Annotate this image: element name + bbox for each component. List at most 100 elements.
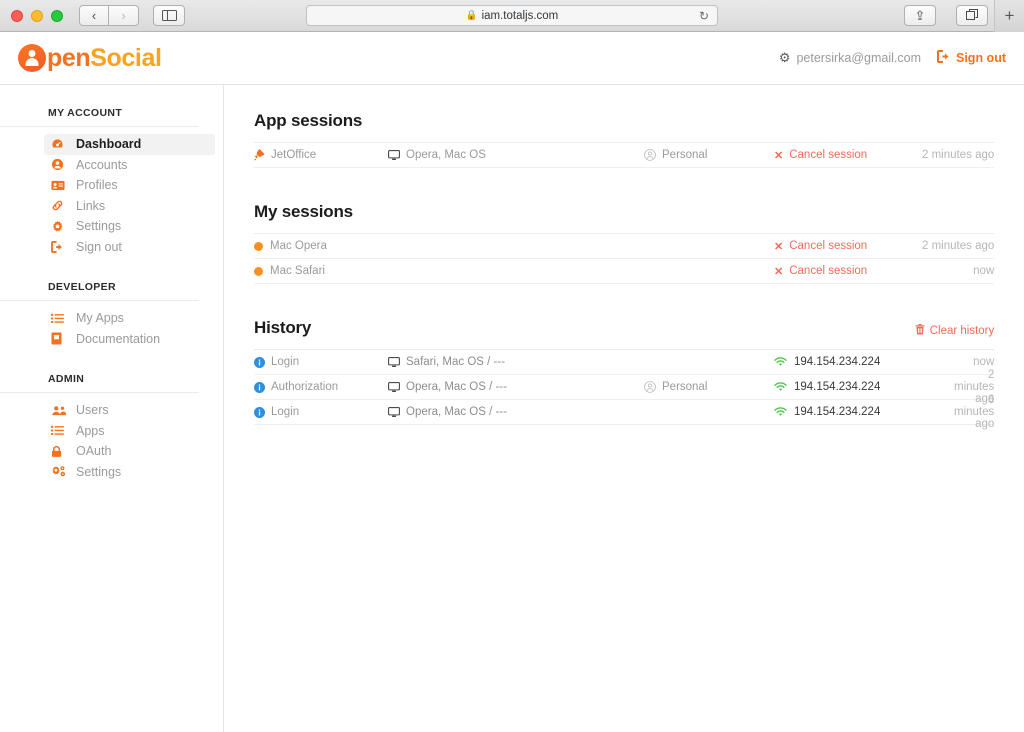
sidebar-toggle-button[interactable]: [153, 5, 185, 26]
minimize-window-button[interactable]: [31, 9, 43, 22]
wifi-icon: [774, 407, 787, 417]
scope-cell: Personal: [644, 149, 774, 161]
page-title: History: [254, 318, 312, 337]
device-cell: Opera, Mac OS: [388, 149, 644, 161]
page-title: App sessions: [254, 111, 363, 130]
signout-label: Sign out: [956, 51, 1006, 65]
sidebar-item-label: Profiles: [76, 178, 118, 193]
clear-history-label: Clear history: [929, 325, 995, 337]
list-icon: [51, 425, 68, 436]
history-section: History Clear history Login Safari, Mac …: [254, 318, 995, 430]
table-row: Mac Opera ✕ Cancel session 2 minutes ago: [254, 234, 995, 259]
trash-icon: [915, 324, 925, 338]
share-button[interactable]: ⇪: [904, 5, 936, 26]
sidebar-item-label: Sign out: [76, 239, 122, 254]
ip-address: 194.154.234.224: [794, 406, 881, 418]
account-menu[interactable]: ⚙ petersirka@gmail.com: [779, 50, 921, 66]
sign-out-icon: [51, 240, 68, 253]
chevron-left-icon: ‹: [91, 8, 97, 23]
device-name: Opera, Mac OS / ---: [406, 381, 507, 393]
lock-icon: [51, 445, 68, 458]
forward-button[interactable]: ›: [109, 5, 139, 26]
main-content: App sessions JetOffice Opera, Mac OS Per…: [224, 85, 1024, 732]
logo-avatar-icon: [18, 44, 46, 72]
sidebar-item-label: Accounts: [76, 157, 128, 172]
timestamp: 6 minutes ago: [954, 394, 995, 430]
section-header: My sessions: [254, 202, 995, 234]
sidebar-item-label: My Apps: [76, 311, 124, 326]
reload-icon[interactable]: ↻: [699, 9, 709, 23]
sidebar-item-label: Links: [76, 198, 106, 213]
wifi-icon: [774, 357, 787, 367]
ip-cell: 194.154.234.224: [774, 406, 954, 418]
scope-label: Personal: [662, 381, 708, 393]
sidebar-item-links[interactable]: Links: [48, 196, 215, 217]
browser-chrome: ‹ › 🔒 iam.totaljs.com ↻ ⇪ +: [0, 0, 1024, 32]
page-layout: MY ACCOUNT Dashboard Accounts Profiles L…: [0, 85, 1024, 732]
cancel-session-button[interactable]: ✕ Cancel session: [774, 149, 894, 162]
event-type-cell: Login: [254, 356, 388, 368]
monitor-icon: [388, 356, 400, 368]
gear-icon: ⚙: [778, 50, 791, 65]
table-row: Mac Safari ✕ Cancel session now: [254, 259, 995, 284]
ip-cell: 194.154.234.224: [774, 381, 954, 393]
cancel-session-label: Cancel session: [789, 240, 868, 252]
sidebar-section-title: DEVELOPER: [0, 281, 199, 301]
sidebar-item-my-apps[interactable]: My Apps: [48, 308, 215, 329]
address-bar[interactable]: 🔒 iam.totaljs.com ↻: [306, 5, 718, 26]
device-name: Opera, Mac OS / ---: [406, 406, 507, 418]
sidebar-item-oauth[interactable]: OAuth: [48, 441, 215, 462]
cancel-session-button[interactable]: ✕ Cancel session: [774, 265, 894, 278]
sidebar-item-label: Apps: [76, 423, 105, 438]
show-tabs-button[interactable]: [956, 5, 988, 26]
sidebar-item-users[interactable]: Users: [48, 400, 215, 421]
logo-text-second: Social: [90, 43, 162, 72]
sidebar-section-title: MY ACCOUNT: [0, 107, 199, 127]
dashboard-icon: [51, 138, 68, 151]
sidebar-section-admin: ADMIN Users Apps OAuth Settings: [0, 373, 223, 482]
back-button[interactable]: ‹: [79, 5, 109, 26]
signout-button[interactable]: Sign out: [937, 50, 1006, 66]
cancel-session-button[interactable]: ✕ Cancel session: [774, 240, 894, 253]
device-cell: Safari, Mac OS / ---: [388, 356, 644, 368]
sidebar-item-admin-settings[interactable]: Settings: [48, 462, 215, 483]
close-window-button[interactable]: [11, 9, 23, 22]
sidebar-item-label: Documentation: [76, 331, 161, 346]
table-row: Login Safari, Mac OS / --- 194.154.234.2…: [254, 350, 995, 375]
timestamp: now: [973, 265, 995, 277]
link-icon: [51, 199, 68, 212]
sidebar-item-settings[interactable]: Settings: [48, 216, 215, 237]
id-card-icon: [51, 180, 68, 191]
maximize-window-button[interactable]: [51, 9, 63, 22]
wifi-icon: [774, 382, 787, 392]
ip-cell: 194.154.234.224: [774, 356, 954, 368]
monitor-icon: [388, 381, 400, 393]
event-type: Login: [271, 356, 300, 368]
window-controls: [0, 9, 63, 22]
sidebar-item-label: Settings: [76, 464, 122, 479]
status-dot-icon: [254, 266, 263, 276]
new-tab-button[interactable]: +: [994, 0, 1024, 32]
clear-history-button[interactable]: Clear history: [915, 324, 995, 338]
header-actions: ⚙ petersirka@gmail.com Sign out: [779, 50, 1006, 66]
user-circle-outline-icon: [644, 381, 656, 393]
logo[interactable]: penSocial: [18, 44, 162, 73]
user-circle-outline-icon: [644, 149, 656, 161]
session-name: Mac Opera: [270, 240, 327, 252]
sidebar-item-profiles[interactable]: Profiles: [48, 175, 215, 196]
sidebar-item-apps[interactable]: Apps: [48, 421, 215, 442]
sidebar-section-my-account: MY ACCOUNT Dashboard Accounts Profiles L…: [0, 107, 223, 257]
app-name-cell: JetOffice: [254, 149, 388, 161]
show-tabs-icon: [965, 8, 979, 24]
status-dot-icon: [254, 241, 263, 251]
event-type: Login: [271, 406, 300, 418]
sidebar-item-sign-out[interactable]: Sign out: [48, 237, 215, 258]
sidebar-item-accounts[interactable]: Accounts: [48, 155, 215, 176]
chrome-right-controls: ⇪ +: [890, 0, 1024, 32]
sidebar-item-documentation[interactable]: Documentation: [48, 329, 215, 350]
sidebar-item-dashboard[interactable]: Dashboard: [44, 134, 215, 155]
scope-label: Personal: [662, 149, 708, 161]
my-sessions-section: My sessions Mac Opera ✕ Cancel session 2…: [254, 202, 995, 284]
logo-text: penSocial: [47, 44, 162, 73]
ip-address: 194.154.234.224: [794, 356, 881, 368]
